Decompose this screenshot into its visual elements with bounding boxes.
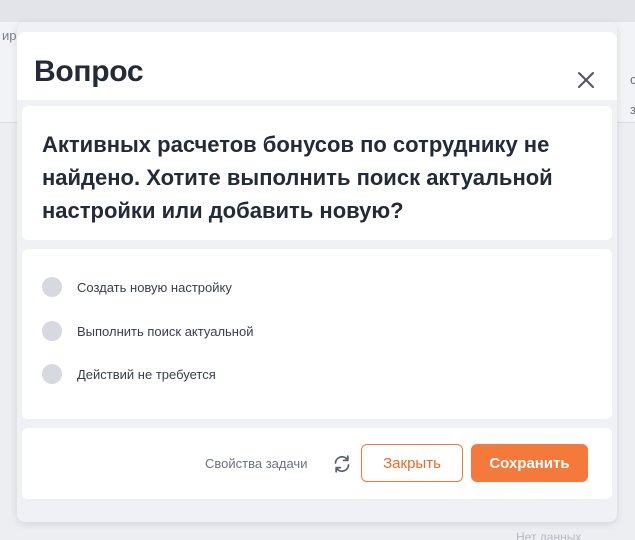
radio-button[interactable] <box>42 277 62 297</box>
save-button[interactable]: Сохранить <box>471 444 588 482</box>
refresh-button[interactable] <box>332 454 352 474</box>
radio-button[interactable] <box>42 364 62 384</box>
background-text-fragment: с <box>630 72 635 87</box>
close-icon <box>578 72 594 88</box>
option-label: Действий не требуется <box>77 366 216 382</box>
options-card: Создать новую настройку Выполнить поиск … <box>22 249 612 419</box>
question-dialog: Вопрос Активных расчетов бонусов по сотр… <box>17 22 617 522</box>
background-text-fragment: ир <box>2 28 17 43</box>
radio-button[interactable] <box>42 321 62 341</box>
refresh-icon <box>334 455 350 473</box>
dialog-title: Вопрос <box>34 55 144 88</box>
option-label: Создать новую настройку <box>77 279 232 295</box>
option-search-actual[interactable]: Выполнить поиск актуальной <box>42 320 253 342</box>
close-dialog-button[interactable] <box>575 69 597 91</box>
dialog-header: Вопрос <box>17 32 617 100</box>
task-properties-link[interactable]: Свойства задачи <box>205 456 307 471</box>
background-text-fragment: з <box>630 102 635 117</box>
question-card: Активных расчетов бонусов по сотруднику … <box>22 106 612 240</box>
option-no-action[interactable]: Действий не требуется <box>42 363 216 385</box>
background-top-bar <box>0 0 635 22</box>
option-label: Выполнить поиск актуальной <box>77 323 254 339</box>
close-button[interactable]: Закрыть <box>361 444 463 482</box>
option-create-new-setting[interactable]: Создать новую настройку <box>42 276 232 298</box>
background-no-data-text: Нет данных <box>516 530 582 540</box>
question-text: Активных расчетов бонусов по сотруднику … <box>42 132 553 223</box>
dialog-footer: Свойства задачи Закрыть Сохранить <box>22 428 612 499</box>
